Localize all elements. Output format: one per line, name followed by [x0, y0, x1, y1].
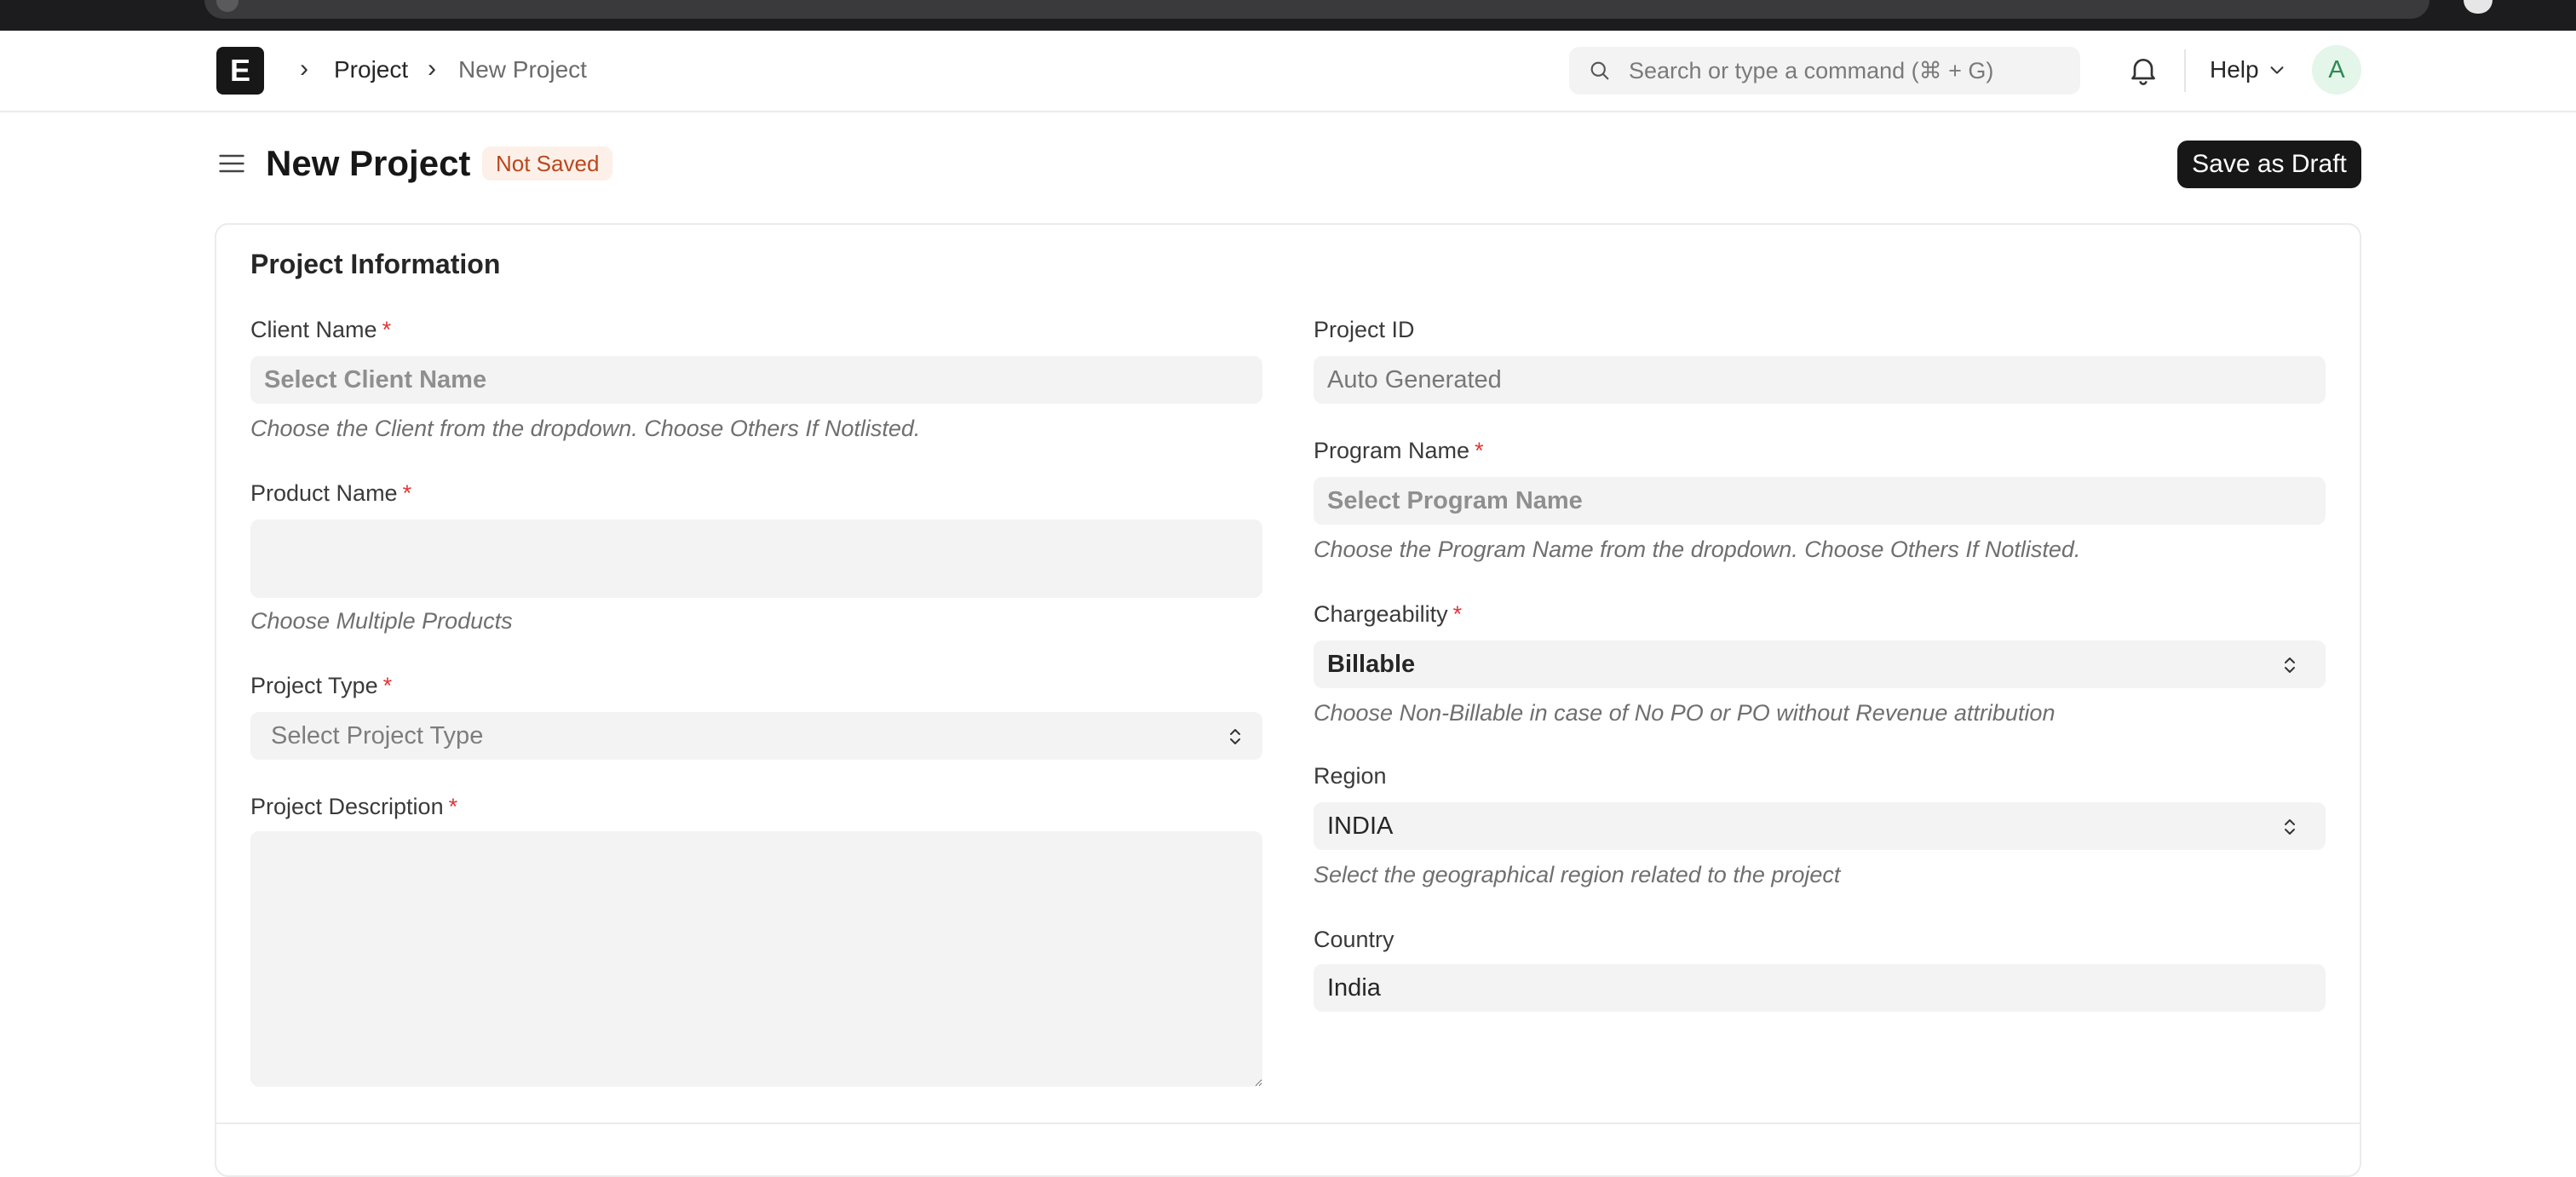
select-chevron-icon	[2285, 657, 2295, 673]
project-type-label: Project Type *	[250, 673, 393, 698]
country-field[interactable]: India	[1314, 964, 2326, 1012]
navbar-divider	[2184, 49, 2186, 92]
chargeability-select[interactable]: Billable	[1314, 640, 2326, 688]
section-title: Project Information	[250, 249, 501, 279]
region-select[interactable]: INDIA	[1314, 802, 2326, 850]
select-chevron-icon	[2285, 819, 2295, 835]
breadcrumb-new-project[interactable]: New Project	[458, 56, 587, 83]
save-as-draft-button[interactable]: Save as Draft	[2177, 141, 2361, 188]
required-marker: *	[448, 794, 458, 819]
search-input[interactable]	[1629, 47, 2063, 95]
project-description-textarea[interactable]	[250, 831, 1262, 1087]
chargeability-value: Billable	[1327, 651, 1416, 678]
search-bar[interactable]	[1569, 47, 2080, 95]
required-marker: *	[1475, 438, 1484, 463]
browser-address-strip	[0, 0, 2576, 31]
client-name-field[interactable]	[250, 356, 1262, 404]
select-chevron-icon	[1230, 729, 1240, 744]
client-name-hint: Choose the Client from the dropdown. Cho…	[250, 416, 921, 441]
client-name-label: Client Name *	[250, 317, 392, 342]
product-name-hint: Choose Multiple Products	[250, 608, 513, 634]
project-id-label: Project ID	[1314, 317, 1415, 342]
chevron-down-icon	[2270, 66, 2284, 74]
product-name-multiselect[interactable]	[250, 520, 1262, 598]
country-label: Country	[1314, 927, 1394, 952]
program-name-field[interactable]	[1314, 477, 2326, 525]
chargeability-label: Chargeability *	[1314, 601, 1463, 627]
required-marker: *	[382, 317, 392, 342]
user-avatar[interactable]: A	[2312, 45, 2361, 95]
page-title: New Project	[266, 143, 471, 183]
breadcrumb-chevron-icon: ›	[428, 55, 436, 83]
sidebar-toggle-icon[interactable]	[216, 148, 247, 179]
help-label: Help	[2210, 56, 2259, 83]
site-info-icon[interactable]	[216, 0, 239, 12]
required-marker: *	[402, 480, 412, 506]
breadcrumb-project[interactable]: Project	[334, 56, 408, 83]
breadcrumb-chevron-icon: ›	[300, 55, 308, 83]
project-description-label: Project Description *	[250, 794, 458, 819]
program-name-label: Program Name *	[1314, 438, 1484, 463]
card-bottom-divider	[215, 1122, 2361, 1124]
region-value: INDIA	[1327, 812, 1394, 840]
program-name-hint: Choose the Program Name from the dropdow…	[1314, 537, 2081, 562]
app-logo-letter: E	[229, 53, 250, 88]
chargeability-hint: Choose Non-Billable in case of No PO or …	[1314, 700, 2056, 726]
help-menu-button[interactable]: Help	[2210, 56, 2286, 83]
product-name-label: Product Name *	[250, 480, 412, 506]
avatar-initial: A	[2328, 55, 2345, 83]
browser-url-bar[interactable]	[204, 0, 2429, 19]
required-marker: *	[382, 673, 393, 698]
notification-bell-icon[interactable]	[2126, 53, 2160, 87]
search-icon	[1590, 61, 1609, 80]
country-value: India	[1327, 974, 1381, 1002]
required-marker: *	[1452, 601, 1463, 627]
browser-extension-icon[interactable]	[2464, 0, 2493, 14]
project-id-field	[1314, 356, 2326, 404]
region-label: Region	[1314, 763, 1387, 789]
project-type-placeholder: Select Project Type	[271, 722, 484, 749]
app-logo[interactable]: E	[216, 47, 264, 95]
top-navbar: E › Project › New Project Help A	[0, 31, 2576, 112]
status-badge: Not Saved	[482, 146, 613, 181]
region-hint: Select the geographical region related t…	[1314, 862, 1841, 887]
project-type-select[interactable]: Select Project Type	[250, 712, 1262, 760]
